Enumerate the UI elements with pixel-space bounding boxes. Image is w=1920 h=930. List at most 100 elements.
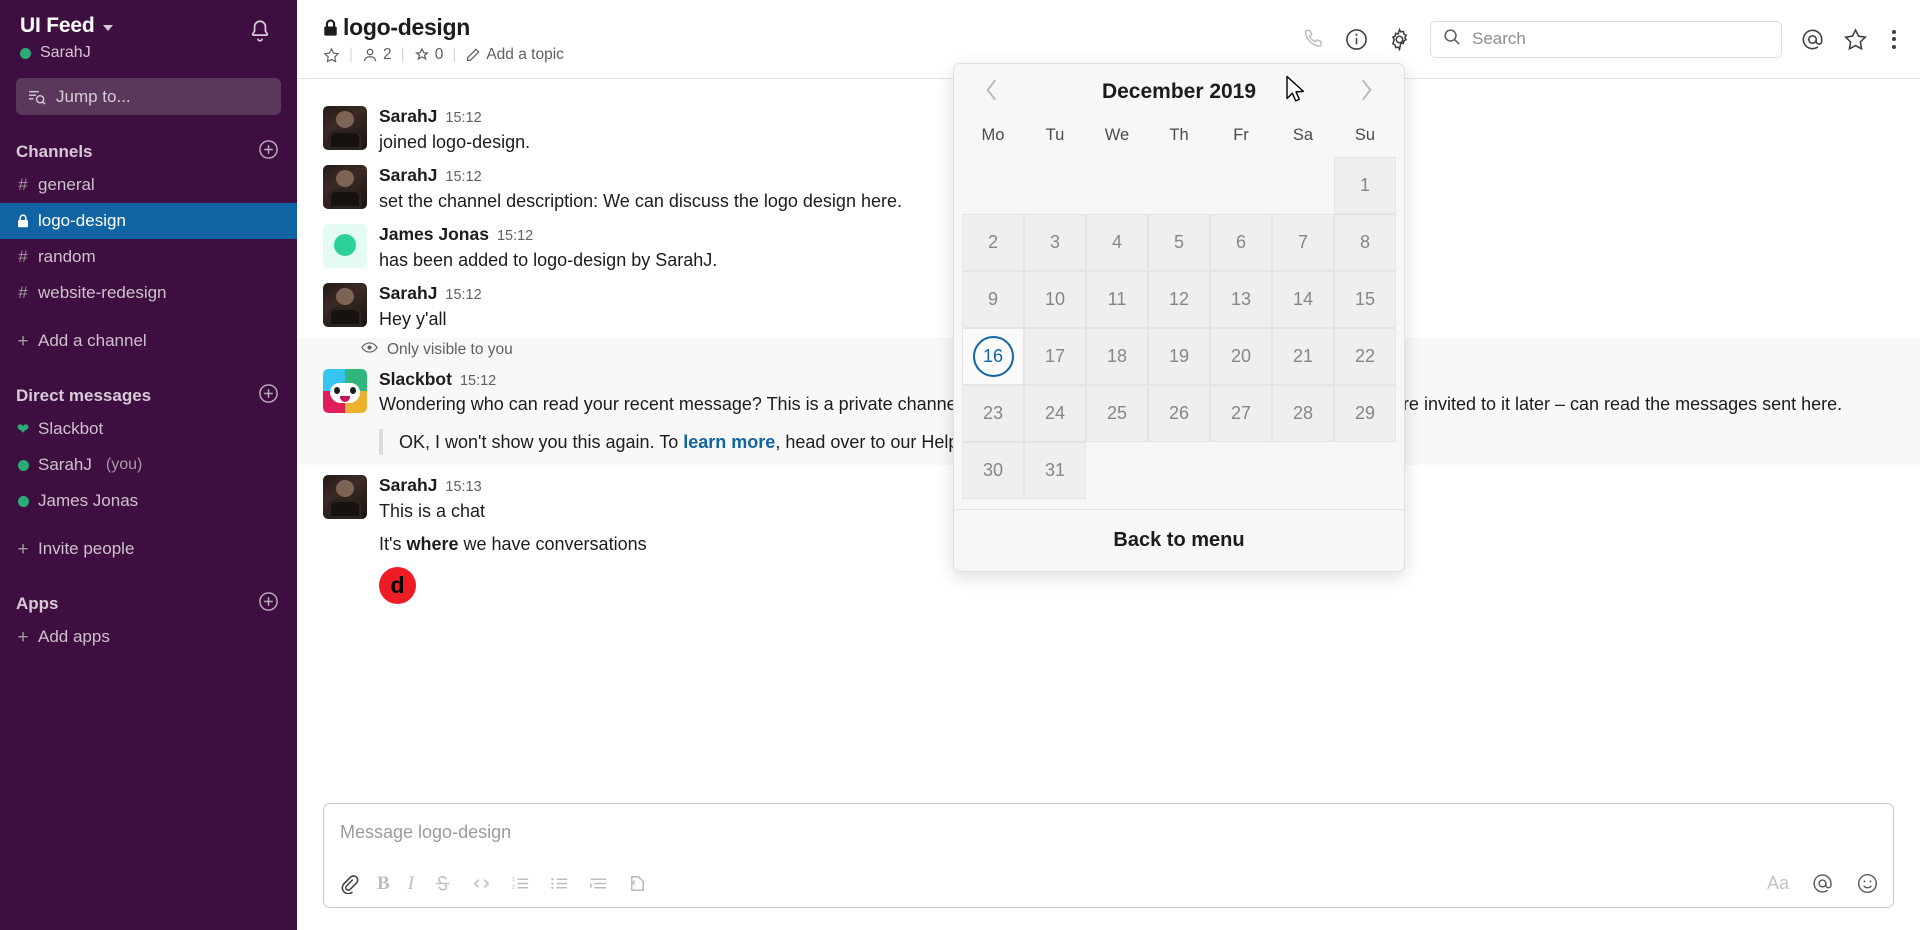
add-channel-plus-icon[interactable] xyxy=(258,139,279,165)
message-author[interactable]: SarahJ xyxy=(379,165,437,187)
meta-separator: | xyxy=(349,46,354,63)
format-text-icon[interactable]: Aa xyxy=(1767,873,1789,894)
calendar-day[interactable]: 13 xyxy=(1210,271,1272,328)
sidebar-item-slackbot[interactable]: ❤ Slackbot xyxy=(0,411,297,447)
calendar-empty-cell xyxy=(1148,157,1210,214)
chevron-left-icon[interactable] xyxy=(976,74,1008,111)
calendar-day[interactable]: 14 xyxy=(1272,271,1334,328)
avatar[interactable] xyxy=(323,224,367,269)
message-time: 15:12 xyxy=(445,110,482,126)
apps-section: Apps + Add apps xyxy=(0,589,297,655)
saved-items-star-icon[interactable] xyxy=(1843,27,1868,52)
calendar-day[interactable]: 6 xyxy=(1210,214,1272,271)
avatar[interactable] xyxy=(323,474,367,519)
sidebar-item-james-jonas[interactable]: James Jonas xyxy=(0,483,297,519)
message-time: 15:13 xyxy=(445,478,482,495)
current-user-row[interactable]: SarahJ xyxy=(20,44,113,62)
add-apps-button[interactable]: + Add apps xyxy=(0,619,297,655)
avatar[interactable] xyxy=(323,106,367,150)
avatar[interactable] xyxy=(323,283,367,328)
reaction-badge[interactable]: d xyxy=(379,567,416,605)
calendar-day[interactable]: 9 xyxy=(962,271,1024,328)
add-topic-button[interactable]: Add a topic xyxy=(465,46,564,64)
calendar-day[interactable]: 4 xyxy=(1086,214,1148,271)
plus-icon: + xyxy=(17,538,29,560)
calendar-day[interactable]: 28 xyxy=(1272,385,1334,442)
slackbot-icon[interactable] xyxy=(323,368,367,413)
calendar-day[interactable]: 30 xyxy=(962,442,1024,499)
add-app-plus-icon[interactable] xyxy=(258,591,279,617)
code-icon[interactable] xyxy=(471,873,492,894)
calendar-day[interactable]: 10 xyxy=(1024,271,1086,328)
sidebar-item-website-redesign[interactable]: # website-redesign xyxy=(0,275,297,311)
members-count-button[interactable]: 2 xyxy=(362,46,392,64)
search-input[interactable]: Search xyxy=(1430,20,1782,58)
bell-icon[interactable] xyxy=(247,18,273,44)
at-mention-icon[interactable] xyxy=(1811,872,1834,895)
calendar-day[interactable]: 8 xyxy=(1334,214,1396,271)
bold-icon[interactable]: B xyxy=(377,873,390,895)
weekday-label: Th xyxy=(1169,126,1189,144)
blockquote-icon[interactable] xyxy=(588,873,609,894)
calendar-day[interactable]: 31 xyxy=(1024,442,1086,499)
info-circle-icon[interactable] xyxy=(1344,27,1369,52)
formatting-tools: B I 1 2 xyxy=(338,873,648,895)
message-author[interactable]: SarahJ xyxy=(379,106,437,128)
calendar-day-today[interactable]: 16 xyxy=(962,328,1024,385)
jump-to-search[interactable]: Jump to... xyxy=(16,78,281,115)
calendar-day[interactable]: 19 xyxy=(1148,328,1210,385)
at-mention-icon[interactable] xyxy=(1800,27,1825,52)
calendar-day[interactable]: 15 xyxy=(1334,271,1396,328)
sidebar-item-general[interactable]: # general xyxy=(0,167,297,203)
channel-label: logo-design xyxy=(38,211,126,230)
calendar-day[interactable]: 7 xyxy=(1272,214,1334,271)
workspace-switcher[interactable]: UI Feed xyxy=(20,14,114,38)
calendar-day[interactable]: 27 xyxy=(1210,385,1272,442)
message-input[interactable]: Message logo-design xyxy=(324,804,1893,866)
sidebar-item-sarahj[interactable]: SarahJ (you) xyxy=(0,447,297,483)
calendar-day[interactable]: 21 xyxy=(1272,328,1334,385)
pins-count-button[interactable]: 0 xyxy=(414,46,444,64)
strikethrough-icon[interactable] xyxy=(432,873,453,894)
star-channel-button[interactable] xyxy=(323,47,340,64)
message-author[interactable]: James Jonas xyxy=(379,224,489,246)
calendar-day[interactable]: 5 xyxy=(1148,214,1210,271)
calendar-day[interactable]: 11 xyxy=(1086,271,1148,328)
pins-count: 0 xyxy=(434,46,444,63)
calendar-day[interactable]: 1 xyxy=(1334,157,1396,214)
sidebar-item-random[interactable]: # random xyxy=(0,239,297,275)
invite-people-label: Invite people xyxy=(38,539,135,558)
invite-people-button[interactable]: + Invite people xyxy=(0,531,297,567)
avatar[interactable] xyxy=(323,165,367,210)
emoji-icon[interactable] xyxy=(1856,872,1879,895)
add-dm-plus-icon[interactable] xyxy=(258,383,279,409)
calendar-day[interactable]: 26 xyxy=(1148,385,1210,442)
calendar-day[interactable]: 12 xyxy=(1148,271,1210,328)
channel-title-row[interactable]: logo-design xyxy=(323,14,564,41)
ordered-list-icon[interactable]: 1 2 xyxy=(510,873,531,894)
calendar-day[interactable]: 23 xyxy=(962,385,1024,442)
add-a-channel-button[interactable]: + Add a channel xyxy=(0,323,297,359)
calendar-day[interactable]: 2 xyxy=(962,214,1024,271)
calendar-day[interactable]: 24 xyxy=(1024,385,1086,442)
calendar-day[interactable]: 22 xyxy=(1334,328,1396,385)
learn-more-link[interactable]: learn more xyxy=(683,432,775,452)
gear-icon[interactable] xyxy=(1387,27,1412,52)
calendar-day[interactable]: 17 xyxy=(1024,328,1086,385)
chevron-right-icon[interactable] xyxy=(1350,74,1382,111)
code-block-icon[interactable] xyxy=(627,873,648,894)
sidebar-item-logo-design[interactable]: logo-design xyxy=(0,203,297,239)
italic-icon[interactable]: I xyxy=(408,873,414,895)
calendar-day[interactable]: 25 xyxy=(1086,385,1148,442)
more-vertical-icon[interactable] xyxy=(1886,26,1902,53)
message-author[interactable]: SarahJ xyxy=(379,475,437,497)
attach-icon[interactable] xyxy=(338,873,359,894)
message-author[interactable]: SarahJ xyxy=(379,283,437,305)
bulleted-list-icon[interactable] xyxy=(549,873,570,894)
message-author[interactable]: Slackbot xyxy=(379,369,452,391)
calendar-day[interactable]: 18 xyxy=(1086,328,1148,385)
calendar-day[interactable]: 20 xyxy=(1210,328,1272,385)
back-to-menu-button[interactable]: Back to menu xyxy=(954,509,1404,571)
calendar-day[interactable]: 3 xyxy=(1024,214,1086,271)
calendar-day[interactable]: 29 xyxy=(1334,385,1396,442)
